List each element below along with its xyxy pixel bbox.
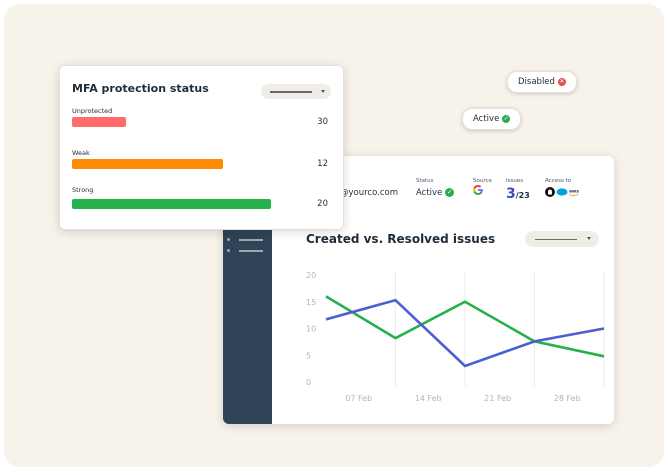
- mfa-bar-unprotected: [72, 117, 126, 127]
- active-badge[interactable]: Active ✓: [462, 108, 522, 130]
- mfa-row-label-strong: Strong: [72, 186, 94, 194]
- close-icon: ✕: [557, 77, 566, 86]
- mfa-bar-strong: [72, 199, 271, 209]
- select-placeholder-line: [270, 91, 312, 93]
- check-icon: ✓: [502, 114, 511, 123]
- x-tick-label: 28 Feb: [554, 394, 581, 403]
- x-tick-label: 14 Feb: [415, 394, 442, 403]
- x-tick-label: 07 Feb: [345, 394, 372, 403]
- mfa-filter-select[interactable]: [261, 84, 331, 99]
- y-tick-label: 5: [306, 351, 311, 360]
- mfa-row-label-weak: Weak: [72, 149, 90, 157]
- x-tick-label: 21 Feb: [484, 394, 511, 403]
- mfa-value-weak: 12: [317, 159, 328, 169]
- mfa-value-strong: 20: [317, 199, 328, 209]
- active-badge-label: Active: [473, 114, 500, 124]
- mfa-status-card: MFA protection status Unprotected 30 Wea…: [59, 65, 344, 230]
- disabled-badge[interactable]: Disabled ✕: [507, 71, 577, 93]
- y-tick-label: 10: [306, 325, 316, 334]
- y-tick-label: 20: [306, 271, 316, 280]
- background-canvas: @yourco.com Status Active ✓ Source Issues…: [4, 4, 664, 467]
- mfa-value-unprotected: 30: [317, 117, 328, 127]
- chevron-down-icon: [321, 89, 325, 93]
- y-tick-label: 15: [306, 298, 316, 307]
- mfa-row-label-unprotected: Unprotected: [72, 107, 113, 115]
- mfa-bar-weak: [72, 159, 224, 169]
- mfa-title: MFA protection status: [72, 82, 209, 95]
- y-tick-label: 0: [306, 378, 311, 387]
- disabled-badge-label: Disabled: [518, 77, 555, 87]
